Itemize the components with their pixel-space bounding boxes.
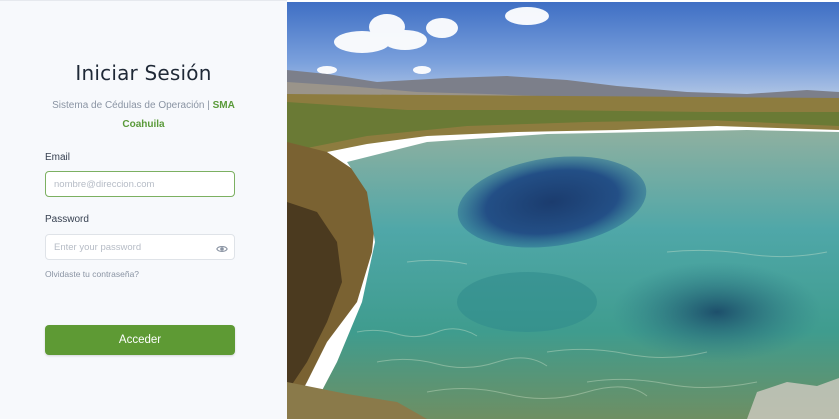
app-subtitle: Sistema de Cédulas de Operación | SMA Co… xyxy=(40,96,247,134)
landscape-photo xyxy=(287,2,839,419)
brand-name-coahuila: Coahuila xyxy=(122,119,165,130)
password-label: Password xyxy=(45,214,89,225)
password-field[interactable] xyxy=(45,234,235,260)
forgot-password-link[interactable]: Olvidaste tu contraseña? xyxy=(45,269,139,279)
submit-button[interactable]: Acceder xyxy=(45,325,235,355)
page-title: Iniciar Sesión xyxy=(75,61,212,85)
brand-name-sma: SMA xyxy=(212,100,235,111)
login-panel: Iniciar Sesión Sistema de Cédulas de Ope… xyxy=(0,0,287,419)
subtitle-text: Sistema de Cédulas de Operación | xyxy=(52,100,213,111)
eye-icon[interactable] xyxy=(216,241,228,252)
email-field[interactable] xyxy=(45,171,235,197)
email-label: Email xyxy=(45,152,71,163)
